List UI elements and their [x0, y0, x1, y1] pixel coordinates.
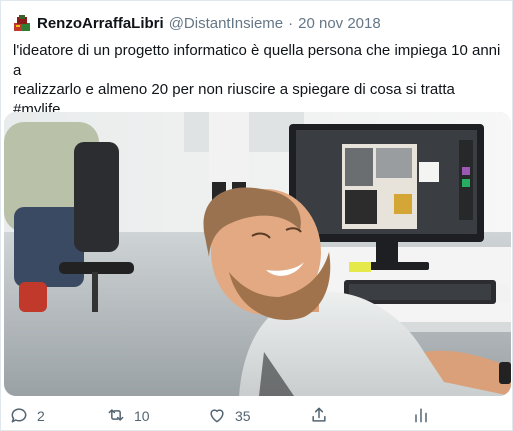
- share-icon: [309, 405, 329, 428]
- retweet-button[interactable]: 10: [106, 403, 150, 429]
- avatar[interactable]: [13, 14, 31, 32]
- reply-button[interactable]: 2: [9, 403, 45, 429]
- tweet-text-line: l'ideatore di un progetto informatico è …: [13, 42, 501, 79]
- retweet-icon: [106, 405, 126, 428]
- like-button[interactable]: 35: [207, 403, 251, 429]
- retweet-count: 10: [134, 408, 150, 424]
- tweet-actions: 2 10 35: [1, 403, 513, 429]
- tweet-text: l'ideatore di un progetto informatico è …: [13, 41, 507, 119]
- analytics-button[interactable]: [411, 403, 431, 429]
- tweet-text-line: realizzarlo e almeno 20 per non riuscire…: [13, 81, 455, 98]
- separator-dot: ·: [288, 14, 294, 32]
- tweet-date[interactable]: 20 nov 2018: [298, 15, 381, 32]
- user-handle[interactable]: @DistantInsieme: [169, 15, 283, 32]
- like-count: 35: [235, 408, 251, 424]
- tweet-header: RenzoArraffaLibri @DistantInsieme · 20 n…: [13, 13, 381, 33]
- analytics-icon: [411, 405, 431, 428]
- display-name[interactable]: RenzoArraffaLibri: [37, 15, 164, 32]
- tweet-card[interactable]: RenzoArraffaLibri @DistantInsieme · 20 n…: [0, 0, 513, 431]
- like-icon: [207, 405, 227, 428]
- reply-icon: [9, 405, 29, 428]
- share-button[interactable]: [309, 403, 329, 429]
- reply-count: 2: [37, 408, 45, 424]
- tweet-media-photo[interactable]: [4, 112, 511, 396]
